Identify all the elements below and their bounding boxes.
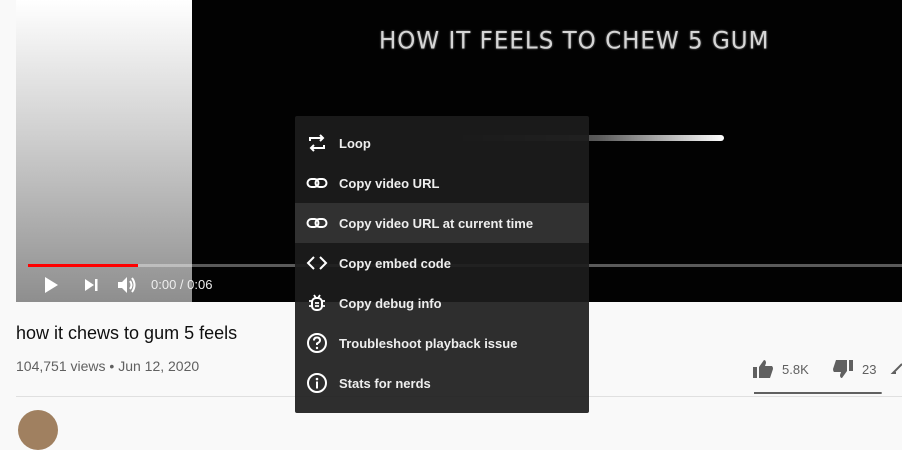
menu-item-copy-debug[interactable]: Copy debug info xyxy=(295,283,589,323)
next-button[interactable] xyxy=(76,270,106,300)
video-left-pane xyxy=(16,0,192,302)
loop-icon xyxy=(305,131,329,155)
link-icon xyxy=(305,211,329,235)
play-button[interactable] xyxy=(36,270,66,300)
menu-item-label: Copy video URL at current time xyxy=(339,215,534,231)
meta-separator: • xyxy=(109,358,115,374)
menu-item-stats-for-nerds[interactable]: Stats for nerds xyxy=(295,363,589,403)
dislike-count: 23 xyxy=(862,361,877,377)
channel-avatar[interactable] xyxy=(18,410,58,450)
upload-date: Jun 12, 2020 xyxy=(118,358,200,374)
menu-item-loop[interactable]: Loop xyxy=(295,123,589,163)
thumbs-down-icon xyxy=(833,360,853,378)
like-button[interactable]: 5.8K xyxy=(752,356,809,382)
code-icon xyxy=(305,251,329,275)
share-button[interactable] xyxy=(890,356,902,382)
link-icon xyxy=(305,171,329,195)
info-circle-icon xyxy=(305,371,329,395)
menu-item-label: Stats for nerds xyxy=(339,375,431,391)
volume-icon xyxy=(118,277,136,293)
thumbs-up-icon xyxy=(753,360,773,378)
skip-next-icon xyxy=(85,279,98,291)
sentiment-bar xyxy=(754,392,882,394)
time-display: 0:00 / 0:06 xyxy=(151,277,213,292)
question-circle-icon xyxy=(305,331,329,355)
menu-item-troubleshoot[interactable]: Troubleshoot playback issue xyxy=(295,323,589,363)
progress-bar-fill xyxy=(28,264,139,267)
menu-item-copy-embed[interactable]: Copy embed code xyxy=(295,243,589,283)
video-meta: 104,751 views • Jun 12, 2020 xyxy=(16,358,199,374)
video-caption-text: HOW IT FEELS TO CHEW 5 GUM xyxy=(379,27,770,55)
menu-item-label: Copy debug info xyxy=(339,295,442,311)
menu-item-label: Copy embed code xyxy=(339,255,451,271)
menu-item-label: Loop xyxy=(339,135,371,151)
like-count: 5.8K xyxy=(782,361,809,377)
sentiment-bar-fill xyxy=(754,392,882,394)
player-controls xyxy=(0,270,300,300)
like-dislike-area: 5.8K 23 xyxy=(752,356,902,396)
play-icon xyxy=(45,277,58,293)
bug-icon xyxy=(305,291,329,315)
context-menu: Loop Copy video URL Copy video URL at cu… xyxy=(295,116,589,413)
volume-button[interactable] xyxy=(112,270,142,300)
menu-item-label: Copy video URL xyxy=(339,175,440,191)
menu-item-label: Troubleshoot playback issue xyxy=(339,335,518,351)
dislike-button[interactable]: 23 xyxy=(832,356,876,382)
view-count: 104,751 views xyxy=(16,358,106,374)
menu-item-copy-url-current-time[interactable]: Copy video URL at current time xyxy=(295,203,589,243)
menu-item-copy-url[interactable]: Copy video URL xyxy=(295,163,589,203)
share-icon xyxy=(890,363,902,374)
video-title: how it chews to gum 5 feels xyxy=(16,323,238,343)
